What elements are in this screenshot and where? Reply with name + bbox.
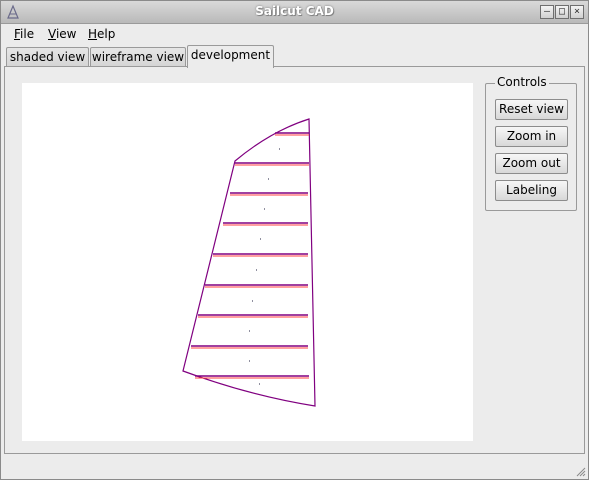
sail-outline <box>182 118 316 407</box>
menu-file[interactable]: File <box>14 27 34 41</box>
zoom-in-button[interactable]: Zoom in <box>495 126 568 147</box>
labeling-button[interactable]: Labeling <box>495 180 568 201</box>
panel-center-marks <box>249 148 280 385</box>
resize-grip-icon[interactable] <box>574 465 586 477</box>
reset-view-button[interactable]: Reset view <box>495 99 568 120</box>
zoom-out-button[interactable]: Zoom out <box>495 153 568 174</box>
menu-help[interactable]: Help <box>88 27 115 41</box>
menu-bar: File View Help <box>1 24 588 44</box>
close-icon[interactable]: × <box>570 5 584 19</box>
menu-view[interactable]: View <box>48 27 76 41</box>
tab-wireframe-view[interactable]: wireframe view <box>90 47 186 67</box>
tab-development[interactable]: development <box>187 45 274 68</box>
development-canvas[interactable] <box>22 83 473 441</box>
main-window: Sailcut CAD – □ × File View Help shaded … <box>0 0 589 480</box>
panel-seams-offset <box>191 134 309 379</box>
minimize-icon[interactable]: – <box>540 5 554 19</box>
maximize-icon[interactable]: □ <box>555 5 569 19</box>
sail-development-drawing <box>182 118 316 407</box>
tab-shaded-view[interactable]: shaded view <box>6 47 89 67</box>
panel-seams <box>191 132 309 377</box>
controls-group-title: Controls <box>495 75 549 89</box>
window-title: Sailcut CAD <box>255 4 334 18</box>
title-bar[interactable]: Sailcut CAD – □ × <box>1 1 588 24</box>
